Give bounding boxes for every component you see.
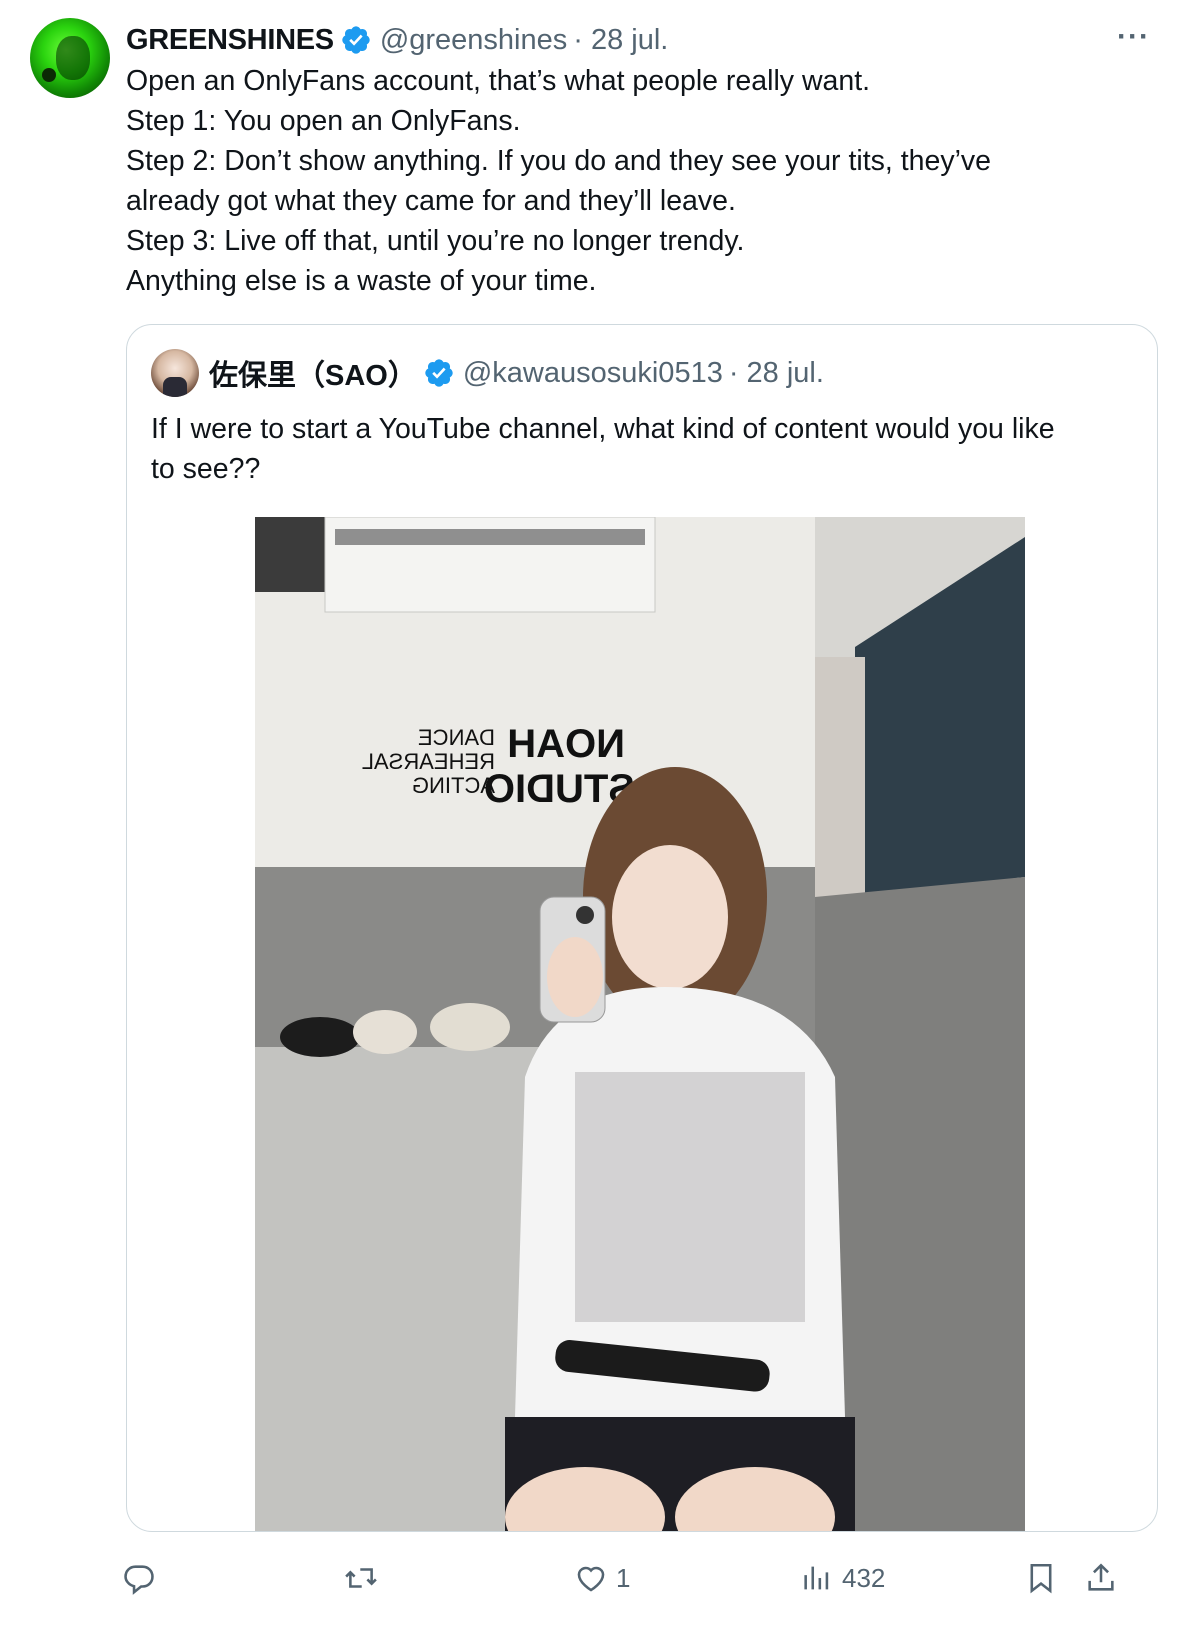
reply-button[interactable] [122, 1548, 164, 1608]
author-name[interactable]: GREENSHINES [126, 24, 334, 57]
verified-badge-icon[interactable] [423, 357, 455, 389]
wall-sign-text: NOAH [507, 722, 625, 766]
more-options-icon[interactable]: ··· [1117, 20, 1150, 54]
share-icon [1088, 1563, 1114, 1591]
views-count: 432 [842, 1562, 886, 1593]
avatar-face [56, 36, 90, 80]
author-handle[interactable]: @greenshines [380, 24, 567, 57]
share-button[interactable] [1084, 1548, 1118, 1608]
wall-sign-text: DANCE [418, 725, 495, 750]
tweet-date[interactable]: · 28 jul. [573, 24, 668, 57]
views-chart-icon [804, 1566, 829, 1590]
bookmark-icon [1030, 1563, 1052, 1594]
quoted-line: If I were to start a YouTube channel, wh… [151, 413, 1055, 445]
tweet-text: Open an OnlyFans account, that’s what pe… [126, 61, 1156, 301]
quoted-text: If I were to start a YouTube channel, wh… [151, 409, 1141, 489]
tweet-line: Step 3: Live off that, until you’re no l… [126, 225, 745, 257]
like-button[interactable]: 1 [574, 1548, 630, 1608]
like-count: 1 [616, 1562, 631, 1593]
repost-button[interactable] [344, 1548, 386, 1608]
repost-icon [345, 1568, 377, 1588]
author-avatar[interactable] [30, 18, 110, 98]
quoted-header: 佐保里（SAO） @kawausosuki0513 · 28 jul. [151, 349, 824, 397]
heart-icon [577, 1566, 605, 1592]
quoted-line: to see?? [151, 453, 261, 485]
tweet-line: already got what they came for and they’… [126, 185, 736, 217]
action-bar: 1 432 [0, 1548, 1194, 1608]
verified-badge-icon[interactable] [340, 24, 372, 56]
quoted-author-name[interactable]: 佐保里（SAO） [209, 352, 417, 394]
quoted-avatar[interactable] [151, 349, 199, 397]
wall-sign-text: REHEARSAL [362, 749, 495, 774]
avatar-detail [42, 68, 56, 82]
tweet-line: Open an OnlyFans account, that’s what pe… [126, 65, 871, 97]
quoted-author-handle[interactable]: @kawausosuki0513 [463, 357, 723, 390]
views-button[interactable]: 432 [800, 1548, 885, 1608]
quoted-tweet[interactable]: 佐保里（SAO） @kawausosuki0513 · 28 jul. If I… [126, 324, 1158, 1532]
wall-sign-text: ACTING [412, 773, 495, 798]
tweet-header: GREENSHINES @greenshines · 28 jul. [126, 20, 668, 60]
tweet-line: Step 2: Don’t show anything. If you do a… [126, 145, 992, 177]
tweet-line: Anything else is a waste of your time. [126, 265, 597, 297]
photo-scene: NOAH STUDIO DANCE REHEARSAL ACTING [255, 517, 1025, 1531]
reply-icon [124, 1565, 154, 1595]
quoted-date[interactable]: · 28 jul. [729, 357, 824, 390]
tweet-line: Step 1: You open an OnlyFans. [126, 105, 521, 137]
quoted-photo[interactable]: NOAH STUDIO DANCE REHEARSAL ACTING [255, 517, 1025, 1531]
bookmark-button[interactable] [1024, 1548, 1058, 1608]
